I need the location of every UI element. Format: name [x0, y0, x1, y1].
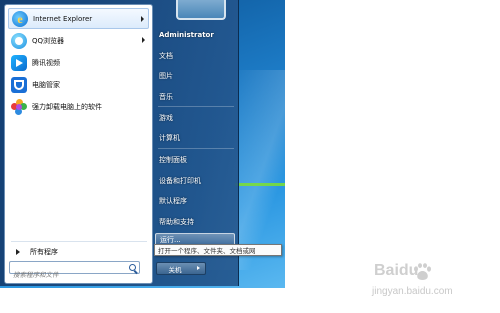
games-link[interactable]: 游戏 — [159, 110, 235, 125]
submenu-arrow-icon — [141, 16, 144, 22]
internet-explorer-icon: e — [12, 10, 28, 27]
music-link[interactable]: 音乐 — [159, 89, 235, 104]
all-programs-button[interactable]: 所有程序 — [12, 245, 150, 259]
pictures-link[interactable]: 图片 — [159, 68, 235, 83]
program-label: 腾讯视频 — [32, 58, 60, 67]
baidu-paw-icon — [414, 263, 431, 280]
submenu-arrow-icon — [142, 37, 145, 43]
program-label: 电脑管家 — [32, 80, 60, 89]
pc-manager-icon — [11, 76, 27, 93]
uninstaller-icon — [11, 98, 27, 115]
documents-link[interactable]: 文档 — [159, 48, 235, 63]
search-icon[interactable] — [129, 264, 136, 271]
shutdown-options-arrow-icon[interactable] — [193, 262, 206, 275]
shutdown-button[interactable]: 关机 — [156, 262, 194, 275]
qq-browser-icon — [11, 32, 27, 49]
program-label: Internet Explorer — [33, 14, 93, 23]
user-name-link[interactable]: Administrator — [159, 27, 235, 42]
program-qq-browser[interactable]: QQ浏览器 — [8, 30, 149, 51]
program-uninstaller[interactable]: 强力卸载电脑上的软件 — [8, 96, 149, 117]
control-panel-link[interactable]: 控制面板 — [159, 152, 235, 167]
expand-arrow-icon — [16, 249, 20, 255]
user-picture[interactable] — [176, 0, 226, 20]
run-tooltip: 打开一个程序、文件夹、文档或网 — [154, 244, 282, 256]
computer-link[interactable]: 计算机 — [159, 130, 235, 145]
divider — [158, 106, 234, 107]
programs-pane: e Internet Explorer QQ浏览器 腾讯视频 电脑管家 强力卸载… — [4, 4, 153, 284]
search-input[interactable] — [10, 269, 125, 281]
all-programs-label: 所有程序 — [30, 248, 58, 256]
search-box[interactable] — [9, 261, 140, 281]
program-internet-explorer[interactable]: e Internet Explorer — [8, 8, 149, 29]
watermark-site: jingyan.baidu.com — [372, 286, 453, 297]
tencent-video-icon — [11, 54, 27, 71]
program-tencent-video[interactable]: 腾讯视频 — [8, 52, 149, 73]
divider — [11, 241, 147, 242]
program-label: 强力卸载电脑上的软件 — [32, 102, 102, 111]
help-support-link[interactable]: 帮助和支持 — [159, 214, 235, 229]
default-programs-link[interactable]: 默认程序 — [159, 193, 235, 208]
baidu-watermark: Baidu jingyan.baidu.com — [370, 262, 490, 306]
devices-printers-link[interactable]: 设备和打印机 — [159, 173, 235, 188]
program-label: QQ浏览器 — [32, 36, 65, 45]
program-pc-manager[interactable]: 电脑管家 — [8, 74, 149, 95]
divider — [158, 148, 234, 149]
accent-strip — [235, 183, 285, 186]
